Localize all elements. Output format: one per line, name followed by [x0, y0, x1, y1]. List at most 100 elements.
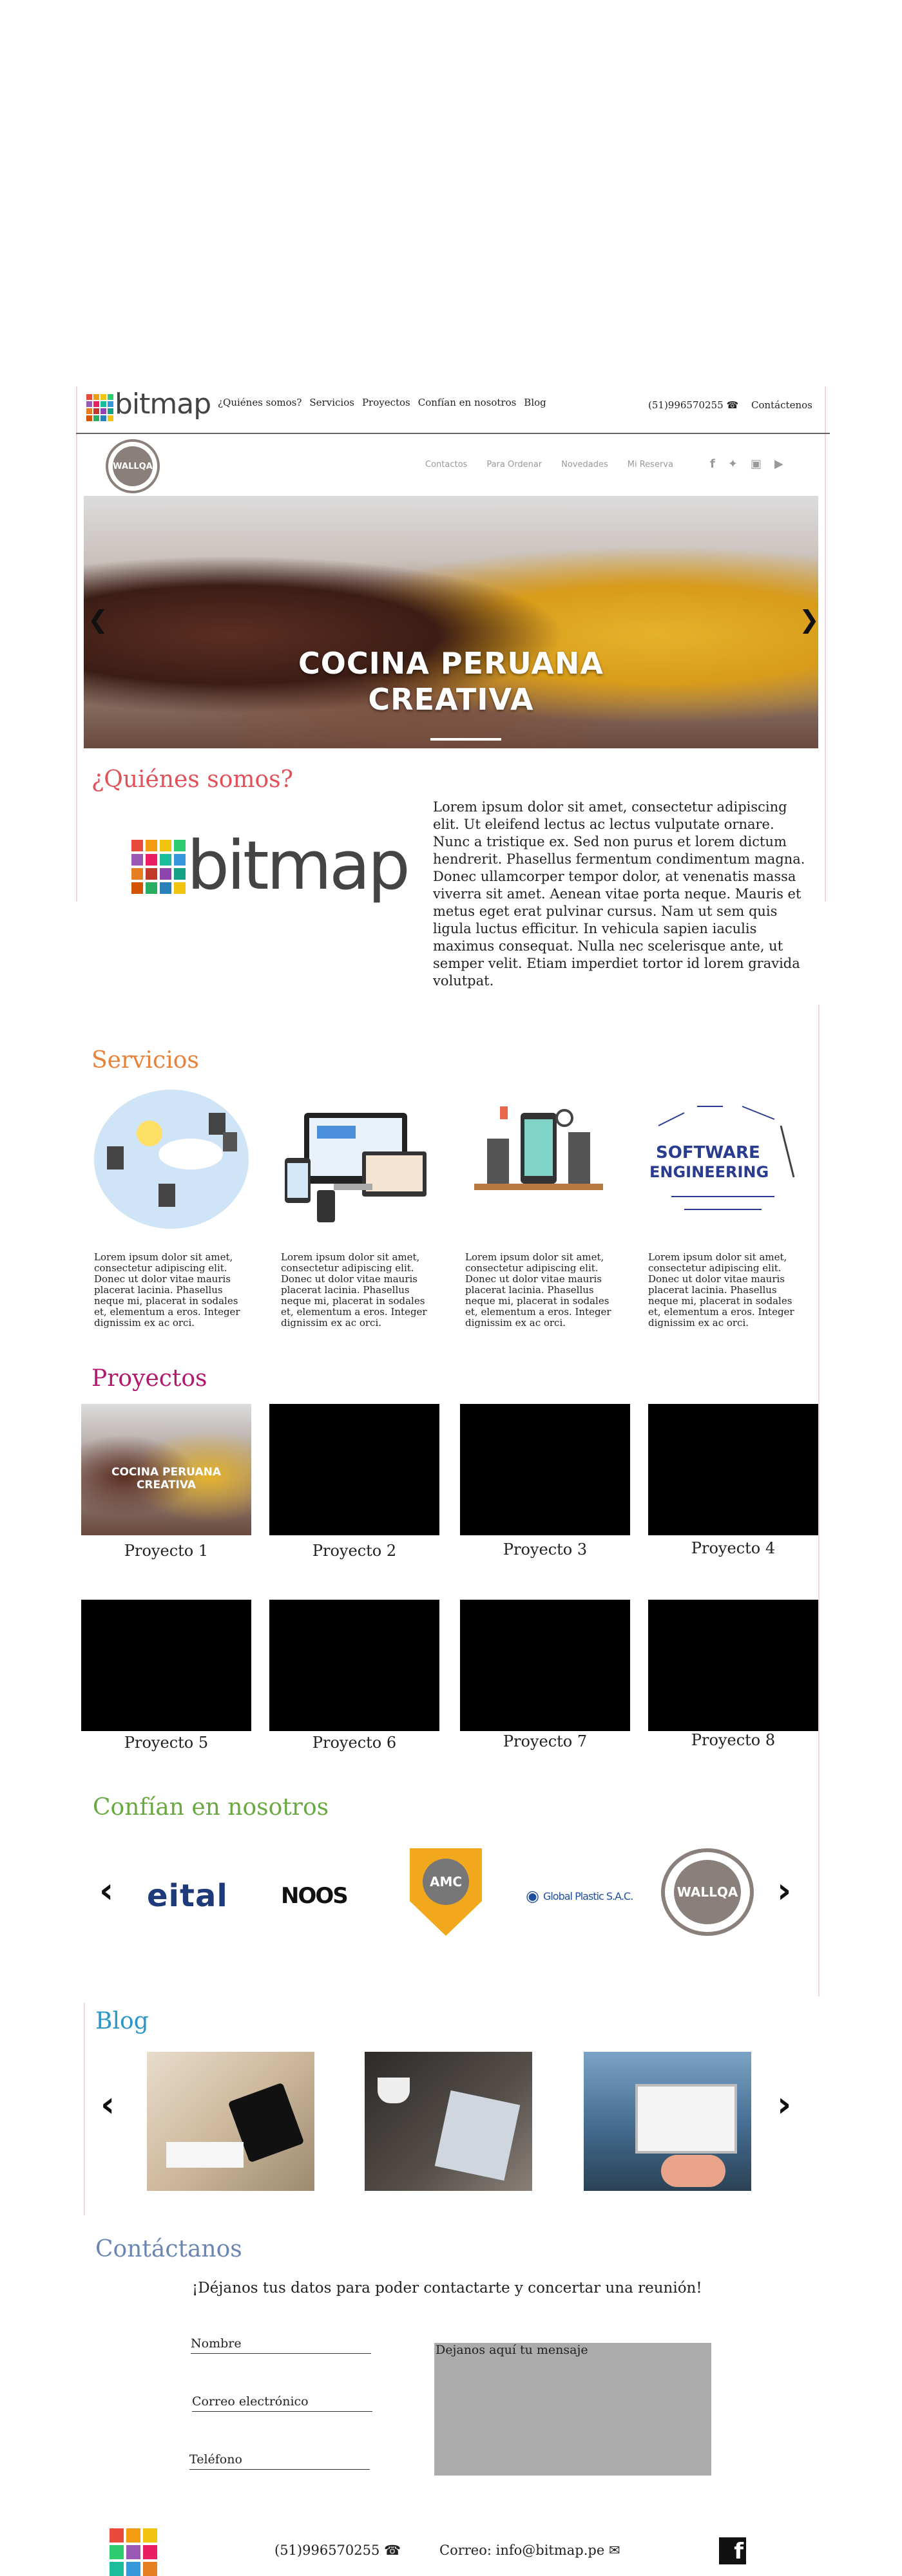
phone-field[interactable]: Teléfono: [189, 2452, 370, 2470]
frame-line-left: [76, 386, 77, 902]
facebook-icon[interactable]: f: [710, 457, 715, 471]
email-field[interactable]: Correo electrónico: [192, 2394, 372, 2412]
service-text-2: Lorem ipsum dolor sit amet, consectetur …: [281, 1251, 427, 1329]
chevron-left-icon[interactable]: ❮: [88, 605, 108, 634]
blog-image-1[interactable]: [147, 2052, 314, 2191]
project-thumb-5[interactable]: [81, 1600, 251, 1731]
logo-square: [108, 394, 113, 400]
twitter-icon[interactable]: ✦: [728, 457, 738, 471]
header-phone[interactable]: (51)996570255 ☎: [648, 399, 738, 411]
globe-icon: ◉: [526, 1887, 539, 1905]
project-thumb-7[interactable]: [460, 1600, 630, 1731]
logo-square: [86, 401, 92, 407]
header-contact-link[interactable]: Contáctenos: [751, 399, 812, 411]
social-links: f ✦ ▣ ▶: [710, 457, 783, 471]
project-thumb-6[interactable]: [269, 1600, 439, 1731]
hero-nav-contactos[interactable]: Contactos: [425, 460, 467, 469]
logo-square: [93, 415, 99, 421]
project-thumb-1-title-line-2: CREATIVA: [136, 1479, 197, 1492]
project-label-6[interactable]: Proyecto 6: [269, 1734, 439, 1752]
cloud-servers-illustration: [94, 1090, 249, 1229]
logo-square: [126, 2562, 140, 2576]
project-thumb-3[interactable]: [460, 1404, 630, 1535]
hero-nav: Contactos Para Ordenar Novedades Mi Rese…: [425, 460, 673, 469]
logo-square: [160, 854, 171, 866]
name-field[interactable]: Nombre: [191, 2336, 371, 2354]
blog-image-2[interactable]: [365, 2052, 532, 2191]
client-logo-global-plastic-text: Global Plastic S.A.C.: [542, 1889, 633, 1902]
project-thumb-1[interactable]: COCINA PERUANA CREATIVA: [81, 1404, 251, 1535]
project-label-4[interactable]: Proyecto 4: [648, 1539, 818, 1557]
project-label-7[interactable]: Proyecto 7: [460, 1732, 630, 1750]
chevron-right-icon[interactable]: ❯: [799, 605, 818, 634]
logo-square: [93, 401, 99, 407]
footer-phone[interactable]: (51)996570255 ☎: [274, 2543, 401, 2558]
responsive-devices-illustration: [285, 1113, 427, 1222]
hero-title-underline: [430, 738, 501, 741]
logo-square: [101, 394, 106, 400]
client-logo-wallqa-text: WALLQA: [674, 1860, 741, 1924]
nav-item-confian[interactable]: Confían en nosotros: [418, 397, 517, 408]
services-title: Servicios: [91, 1047, 199, 1074]
logo-square: [131, 882, 143, 894]
nav-item-quienes-somos[interactable]: ¿Quiénes somos?: [218, 397, 302, 408]
bitmap-logo-text[interactable]: bitmap: [115, 388, 211, 421]
footer-phone-number: (51)996570255: [274, 2543, 380, 2558]
logo-square: [93, 394, 99, 400]
clients-title: Confían en nosotros: [93, 1794, 329, 1821]
hero-nav-novedades[interactable]: Novedades: [561, 460, 608, 469]
nav-item-blog[interactable]: Blog: [524, 397, 546, 408]
chevron-left-icon[interactable]: ‹: [99, 1870, 113, 1911]
project-label-3[interactable]: Proyecto 3: [460, 1540, 630, 1558]
footer-email[interactable]: Correo: info@bitmap.pe ✉: [439, 2543, 620, 2558]
logo-square: [160, 840, 171, 851]
wallqa-logo-text: WALLQA: [113, 446, 153, 486]
logo-square: [86, 408, 92, 414]
envelope-icon: ✉: [608, 2543, 620, 2558]
amc-shield-icon: [410, 1848, 482, 1936]
project-thumb-4[interactable]: [648, 1404, 818, 1535]
facebook-icon[interactable]: f: [719, 2537, 746, 2564]
logo-square: [131, 868, 143, 880]
nav-item-servicios[interactable]: Servicios: [309, 397, 354, 408]
hero-title-line-1: COCINA PERUANA: [298, 646, 604, 681]
bitmap-logo-icon[interactable]: [110, 2528, 157, 2576]
service-image-app: [461, 1087, 616, 1235]
wallqa-logo[interactable]: WALLQA: [106, 439, 160, 493]
logo-square: [160, 868, 171, 880]
message-textarea[interactable]: Dejanos aquí tu mensaje: [434, 2343, 711, 2476]
logo-square: [110, 2545, 124, 2559]
project-thumb-2[interactable]: [269, 1404, 439, 1535]
phone-icon: ☎: [726, 399, 739, 411]
client-logo-eital-text: eital: [147, 1878, 228, 1914]
blog-image-3[interactable]: [584, 2052, 751, 2191]
hero-nav-para-ordenar[interactable]: Para Ordenar: [486, 460, 542, 469]
instagram-icon[interactable]: ▣: [751, 457, 762, 471]
youtube-icon[interactable]: ▶: [774, 457, 783, 471]
frame-line-left-2: [84, 2003, 85, 2215]
chevron-right-icon[interactable]: ›: [777, 2084, 791, 2125]
project-label-1[interactable]: Proyecto 1: [81, 1542, 251, 1560]
software-engineering-illustration: SOFTWARE ENGINEERING: [649, 1106, 795, 1210]
logo-square: [146, 854, 157, 866]
project-label-5[interactable]: Proyecto 5: [81, 1734, 251, 1752]
hero-banner-image: ❮ ❯ COCINA PERUANA CREATIVA: [84, 496, 818, 748]
project-label-2[interactable]: Proyecto 2: [269, 1542, 439, 1560]
logo-square: [146, 840, 157, 851]
nav-item-proyectos[interactable]: Proyectos: [362, 397, 410, 408]
service-text-4: Lorem ipsum dolor sit amet, consectetur …: [648, 1251, 794, 1329]
chevron-right-icon[interactable]: ›: [777, 1870, 791, 1911]
logo-square: [174, 854, 186, 866]
site-header: bitmap ¿Quiénes somos? Servicios Proyect…: [76, 386, 830, 434]
about-logo-text: bitmap: [187, 826, 410, 905]
project-label-8[interactable]: Proyecto 8: [648, 1731, 818, 1749]
logo-square: [101, 415, 106, 421]
project-thumb-8[interactable]: [648, 1600, 818, 1731]
chevron-left-icon[interactable]: ‹: [101, 2084, 115, 2125]
hero-nav-mi-reserva[interactable]: Mi Reserva: [628, 460, 673, 469]
bitmap-logo-icon[interactable]: [86, 394, 113, 421]
logo-square: [131, 854, 143, 866]
logo-square: [143, 2528, 157, 2543]
logo-square: [146, 882, 157, 894]
service-image-cloud: [94, 1087, 249, 1235]
